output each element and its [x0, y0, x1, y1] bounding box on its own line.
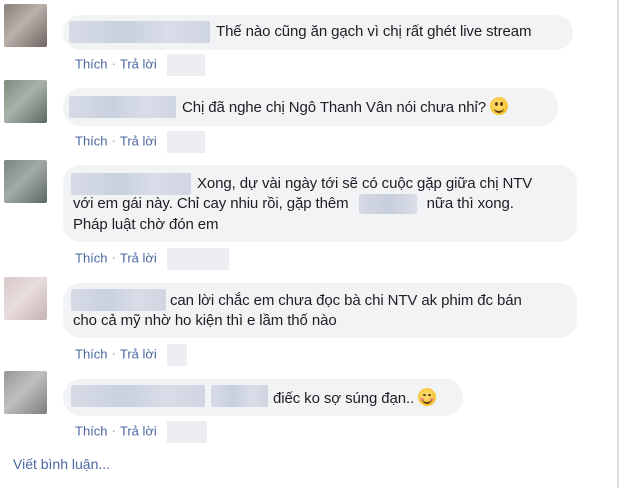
reply-link[interactable]: Trả lời [120, 346, 157, 361]
mentioned-name[interactable] [358, 194, 417, 215]
timestamp[interactable] [166, 248, 229, 270]
comment-actions: Thích · Trả lời [75, 131, 205, 153]
like-link[interactable]: Thích [75, 423, 108, 438]
slightly-smiling-face-icon [490, 97, 509, 115]
comment-actions: Thích · Trả lời [75, 54, 205, 76]
comment-actions: Thích · Trả lời [75, 248, 229, 270]
separator-dot: · [111, 250, 116, 266]
avatar[interactable] [4, 277, 47, 320]
comment-text-line: Pháp luật chờ đón em [73, 216, 219, 233]
comment-text: điếc ko sợ súng đạn.. [273, 388, 437, 409]
comment-text: Thế nào cũng ăn gạch vì chị rất ghét liv… [216, 23, 532, 40]
comment-text-line: với em gái này. Chỉ cay nhiu rồi, gặp th… [73, 194, 514, 215]
commenter-name-extra [211, 385, 268, 407]
comment-actions: Thích · Trả lời [75, 421, 207, 443]
comment-text-segment: nữa thì xong. [426, 195, 514, 212]
commenter-name[interactable] [71, 385, 205, 407]
separator-dot: · [111, 133, 116, 149]
comment-actions: Thích · Trả lời [75, 344, 187, 366]
like-link[interactable]: Thích [75, 133, 108, 148]
like-link[interactable]: Thích [75, 346, 108, 361]
separator-dot: · [111, 423, 116, 439]
reply-link[interactable]: Trả lời [120, 56, 157, 71]
comment-text-segment: với em gái này. Chỉ cay nhiu rồi, gặp th… [73, 195, 349, 212]
blushing-smile-icon [418, 388, 437, 406]
comment-bubble: can lời chắc em chưa đọc bà chi NTV ak p… [63, 283, 577, 338]
separator-dot: · [111, 346, 116, 362]
reply-link[interactable]: Trả lời [120, 133, 157, 148]
comment-section: Thế nào cũng ăn gạch vì chị rất ghét liv… [0, 0, 619, 488]
like-link[interactable]: Thích [75, 56, 108, 71]
commenter-name[interactable] [69, 21, 210, 43]
comment-text-line: can lời chắc em chưa đọc bà chi NTV ak p… [170, 292, 522, 309]
comment-bubble: Chị đã nghe chị Ngô Thanh Vân nói chưa n… [63, 88, 558, 126]
comment-bubble: Xong, dự vài ngày tới sẽ có cuộc gặp giữ… [63, 165, 577, 242]
commenter-name[interactable] [69, 96, 176, 118]
timestamp[interactable] [166, 344, 187, 366]
reply-link[interactable]: Trả lời [120, 250, 157, 265]
avatar[interactable] [4, 80, 47, 123]
avatar[interactable] [4, 4, 47, 47]
comment-text: Chị đã nghe chị Ngô Thanh Vân nói chưa n… [182, 97, 509, 118]
comment-bubble: điếc ko sợ súng đạn.. [63, 379, 463, 416]
avatar[interactable] [4, 160, 47, 203]
timestamp[interactable] [166, 54, 205, 76]
reply-link[interactable]: Trả lời [120, 423, 157, 438]
write-comment-link[interactable]: Viết bình luận... [13, 456, 110, 472]
comment-bubble: Thế nào cũng ăn gạch vì chị rất ghét liv… [63, 15, 573, 50]
commenter-name[interactable] [71, 173, 191, 195]
comment-text-line: Xong, dự vài ngày tới sẽ có cuộc gặp giữ… [197, 175, 533, 192]
comment-text-line: cho cả mỹ nhờ ho kiện thì e lầm thố nào [73, 312, 337, 329]
timestamp[interactable] [166, 131, 205, 153]
comment-text-content: điếc ko sợ súng đạn.. [273, 390, 415, 407]
timestamp[interactable] [166, 421, 207, 443]
avatar[interactable] [4, 371, 47, 414]
commenter-name[interactable] [71, 289, 166, 311]
comment-text-content: Chị đã nghe chị Ngô Thanh Vân nói chưa n… [182, 99, 487, 116]
separator-dot: · [111, 56, 116, 72]
like-link[interactable]: Thích [75, 250, 108, 265]
